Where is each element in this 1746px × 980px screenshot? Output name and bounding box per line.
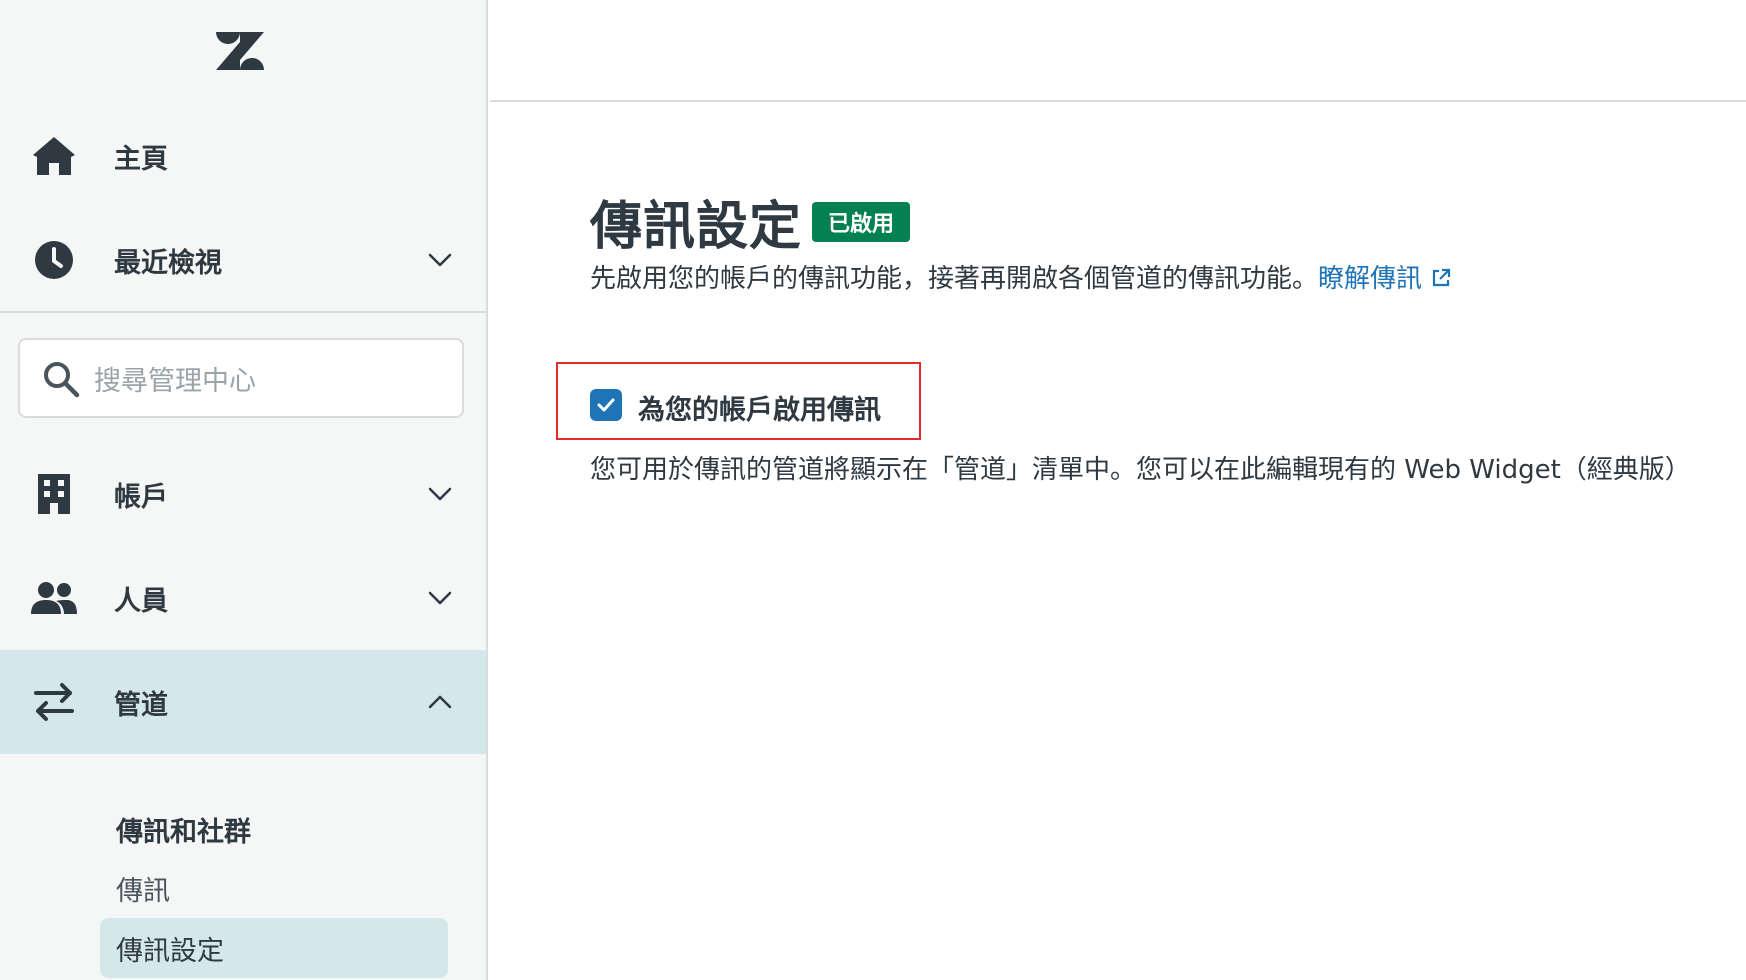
home-icon: [30, 132, 78, 180]
search-placeholder: 搜尋管理中心: [94, 365, 256, 397]
nav-label-home: 主頁: [114, 143, 168, 175]
search-icon: [44, 362, 80, 398]
channels-hint-text: 您可用於傳訊的管道將顯示在「管道」清單中。您可以在此編輯現有的 Web Widg…: [590, 455, 1691, 485]
chevron-down-icon[interactable]: [424, 244, 456, 276]
nav-item-recent[interactable]: 最近檢視: [0, 208, 486, 312]
description-text: 先啟用您的帳戶的傳訊功能，接著再開啟各個管道的傳訊功能。: [590, 264, 1319, 294]
external-link-icon: [1432, 268, 1451, 287]
nav-item-people[interactable]: 人員: [0, 546, 486, 650]
zendesk-logo[interactable]: [212, 28, 268, 74]
subnav-link-messaging-settings[interactable]: 傳訊設定: [100, 918, 448, 978]
nav-label-recent: 最近檢視: [114, 247, 222, 279]
building-icon: [30, 470, 78, 518]
people-icon: [30, 574, 78, 622]
nav-label-account: 帳戶: [114, 481, 168, 513]
subnav-link-label: 傳訊設定: [116, 935, 224, 967]
nav-item-channels[interactable]: 管道: [0, 650, 486, 754]
top-bar: [490, 0, 1746, 102]
subnav-heading: 傳訊和社群: [116, 817, 251, 848]
chevron-down-icon[interactable]: [424, 582, 456, 614]
nav-label-channels: 管道: [114, 689, 168, 721]
search-input[interactable]: 搜尋管理中心: [18, 338, 464, 418]
chevron-up-icon[interactable]: [424, 686, 456, 718]
enable-messaging-label[interactable]: 為您的帳戶啟用傳訊: [638, 388, 881, 427]
page-description: 先啟用您的帳戶的傳訊功能，接著再開啟各個管道的傳訊功能。瞭解傳訊: [590, 258, 1452, 295]
status-badge: 已啟用: [812, 202, 911, 242]
channels-arrows-icon: [30, 678, 78, 726]
checkmark-icon: [597, 398, 615, 412]
clock-icon: [30, 236, 78, 284]
sidebar: 主頁 最近檢視 搜尋管理中心 帳戶 人員 管道 傳訊和社群 傳訊 傳訊設定: [0, 0, 488, 980]
subnav-link-messaging[interactable]: 傳訊: [116, 869, 170, 908]
learn-messaging-link[interactable]: 瞭解傳訊: [1318, 264, 1452, 294]
learn-link-label: 瞭解傳訊: [1318, 264, 1423, 294]
chevron-down-icon[interactable]: [424, 478, 456, 510]
enable-messaging-checkbox[interactable]: [590, 389, 622, 421]
nav-item-account[interactable]: 帳戶: [0, 442, 486, 546]
nav-divider: [0, 311, 486, 313]
nav-item-home[interactable]: 主頁: [0, 104, 486, 208]
page-title: 傳訊設定: [590, 197, 803, 257]
nav-label-people: 人員: [114, 585, 168, 617]
